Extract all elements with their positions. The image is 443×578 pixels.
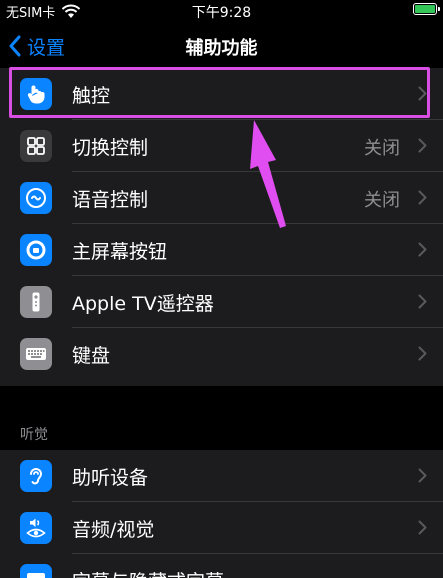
row-label: 主屏幕按钮 xyxy=(72,241,168,263)
section-header-hearing: 听觉 xyxy=(20,427,48,443)
row-label: 音频/视觉 xyxy=(72,519,155,541)
row-apple-tv-remote[interactable]: Apple TV遥控器 xyxy=(0,276,443,328)
row-value: 关闭 xyxy=(364,190,400,211)
row-subtitles[interactable]: 字幕与隐藏式字幕 xyxy=(0,554,443,578)
nav-bar: 设置 辅助功能 xyxy=(0,22,443,70)
chevron-right-icon xyxy=(418,138,427,153)
chevron-right-icon xyxy=(418,520,427,535)
row-label: Apple TV遥控器 xyxy=(72,293,214,315)
chevron-right-icon xyxy=(418,468,427,483)
row-hearing-devices[interactable]: 助听设备 xyxy=(0,450,443,502)
chevron-right-icon xyxy=(418,242,427,257)
row-audio-visual[interactable]: 音频/视觉 xyxy=(0,502,443,554)
remote-icon xyxy=(20,286,52,318)
chevron-right-icon xyxy=(418,346,427,361)
row-home-button[interactable]: 主屏幕按钮 xyxy=(0,224,443,276)
subtitles-icon xyxy=(20,564,52,578)
status-time: 下午9:28 xyxy=(191,5,252,21)
row-label: 触控 xyxy=(72,85,111,107)
row-label: 键盘 xyxy=(72,345,111,367)
audio-visual-icon xyxy=(20,512,52,544)
chevron-right-icon xyxy=(418,190,427,205)
voice-control-icon xyxy=(20,182,52,214)
battery-icon xyxy=(413,3,440,15)
ear-icon xyxy=(20,460,52,492)
chevron-right-icon xyxy=(418,294,427,309)
row-label: 助听设备 xyxy=(72,467,149,489)
status-right xyxy=(413,3,440,15)
chevron-right-icon xyxy=(418,86,427,101)
switch-grid-icon xyxy=(20,130,52,162)
status-bar: 无SIM卡 下午9:28 xyxy=(0,0,443,22)
row-value: 关闭 xyxy=(364,138,400,159)
keyboard-icon xyxy=(20,338,52,370)
row-label: 字幕与隐藏式字幕 xyxy=(72,567,224,578)
settings-group-hearing: 助听设备 音频/视觉 字幕与隐藏式字幕 xyxy=(0,450,443,578)
settings-group-interaction: 触控 切换控制 关闭 语音控制 关闭 主屏幕按钮 Apple TV遥控器 键盘 xyxy=(0,68,443,386)
row-voice-control[interactable]: 语音控制 关闭 xyxy=(0,172,443,224)
row-keyboard[interactable]: 键盘 xyxy=(0,328,443,380)
row-label: 切换控制 xyxy=(72,137,149,159)
row-switch-control[interactable]: 切换控制 关闭 xyxy=(0,120,443,172)
touch-hand-icon xyxy=(20,78,52,110)
row-label: 语音控制 xyxy=(72,189,149,211)
page-title: 辅助功能 xyxy=(185,38,258,59)
row-touch[interactable]: 触控 xyxy=(0,68,443,120)
home-button-icon xyxy=(20,234,52,266)
